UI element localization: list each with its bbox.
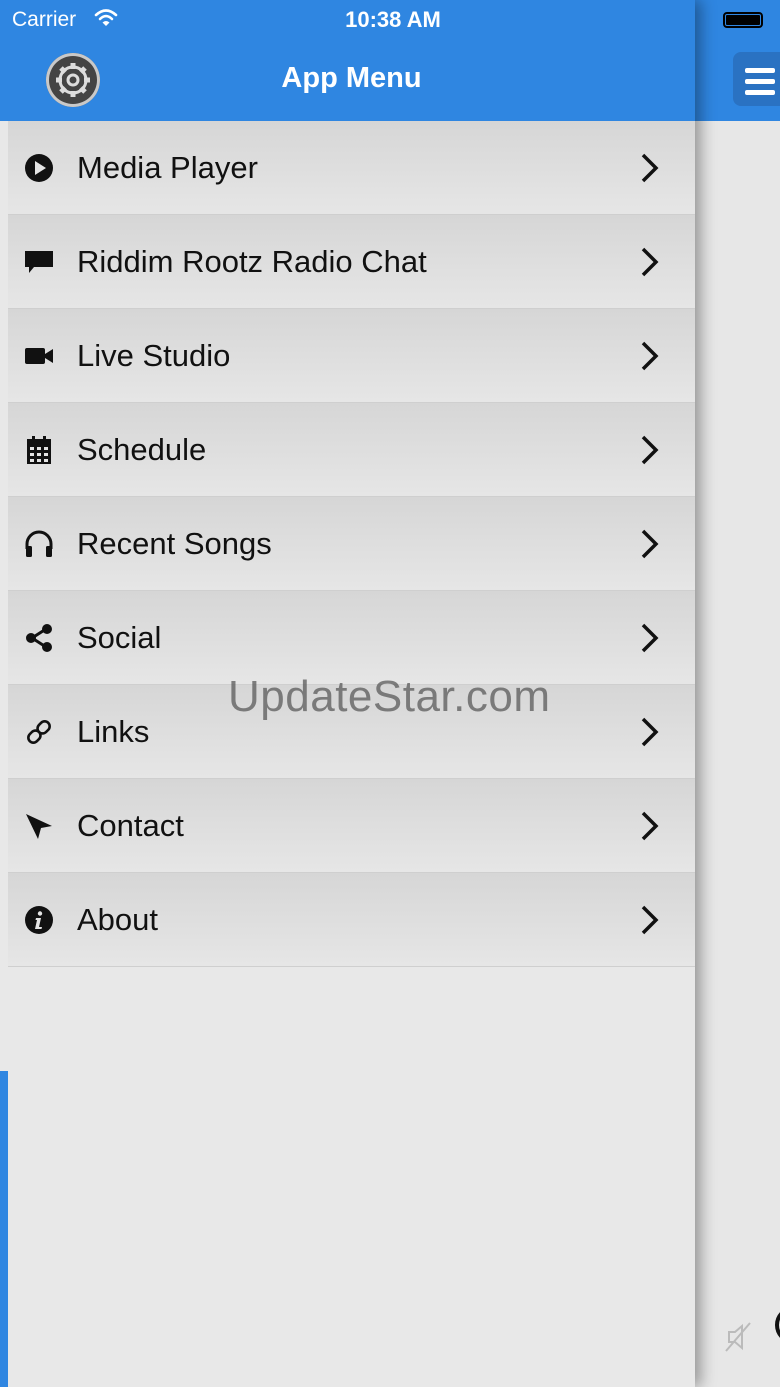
chevron-right-icon [641,247,659,277]
watermark: UpdateStar.com [228,672,551,721]
menu-item-schedule[interactable]: Schedule [8,403,695,497]
menu-item-label: Schedule [77,432,207,467]
menu-item-contact[interactable]: Contact [8,779,695,873]
info-circle-icon [25,906,53,934]
content-panel [695,0,780,1387]
headphones-icon [25,530,53,557]
play-circle-icon [25,154,53,182]
menu-item-social[interactable]: Social [8,591,695,685]
link-icon [27,720,51,744]
chevron-right-icon [641,717,659,747]
video-camera-icon [25,348,53,364]
partial-circle-icon [775,1306,780,1344]
menu-item-label: About [77,902,159,937]
mute-icon[interactable] [723,1320,753,1354]
menu-item-live-studio[interactable]: Live Studio [8,309,695,403]
left-accent-bar [0,1071,8,1387]
share-icon [26,624,52,652]
status-time: 10:38 AM [345,7,441,32]
chevron-right-icon [641,811,659,841]
menu-list: Media Player Riddim Rootz Radio Chat Liv… [8,121,695,967]
hamburger-icon [745,68,775,73]
chevron-right-icon [641,529,659,559]
chevron-right-icon [641,435,659,465]
chevron-right-icon [641,153,659,183]
calendar-icon [27,436,51,464]
hamburger-icon-line [745,79,775,84]
paper-plane-icon [26,814,52,839]
drawer-title: App Menu [281,62,422,94]
menu-item-label: Live Studio [77,338,231,373]
chevron-right-icon [641,905,659,935]
menu-item-radio-chat[interactable]: Riddim Rootz Radio Chat [8,215,695,309]
hamburger-menu-button[interactable] [733,52,780,106]
menu-item-label: Recent Songs [77,526,272,561]
menu-item-about[interactable]: About [8,873,695,967]
menu-item-label: Social [77,620,162,655]
chevron-right-icon [641,623,659,653]
chat-bubble-icon [25,251,53,273]
menu-item-label: Links [77,714,150,749]
menu-item-label: Contact [77,808,184,843]
menu-item-label: Riddim Rootz Radio Chat [77,244,427,279]
menu-item-recent-songs[interactable]: Recent Songs [8,497,695,591]
drawer-header: Carrier 10:38 AM App Menu [0,0,695,121]
menu-item-label: Media Player [77,150,258,185]
menu-item-media-player[interactable]: Media Player [8,121,695,215]
chevron-right-icon [641,341,659,371]
hamburger-icon-line [745,90,775,95]
